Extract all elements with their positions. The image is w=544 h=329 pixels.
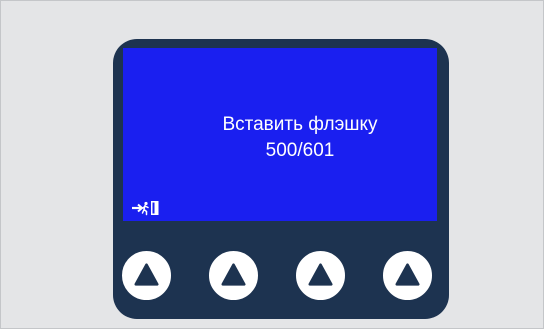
soft-key-4-button[interactable] bbox=[381, 249, 434, 302]
triangle-up-icon bbox=[308, 263, 333, 286]
exit-icon[interactable] bbox=[131, 200, 161, 216]
triangle-up-icon bbox=[395, 263, 420, 286]
device-body: Вставить флэшку 500/601 bbox=[113, 39, 449, 319]
triangle-up-icon bbox=[134, 263, 159, 286]
triangle-up-icon bbox=[221, 263, 246, 286]
soft-key-2-button[interactable] bbox=[207, 249, 260, 302]
message-line-2: 500/601 bbox=[265, 140, 335, 161]
display-screen: Вставить флэшку 500/601 bbox=[123, 48, 437, 221]
message-line-1: Вставить флэшку bbox=[222, 114, 378, 135]
panel-background: Вставить флэшку 500/601 bbox=[0, 0, 544, 329]
soft-key-3-button[interactable] bbox=[294, 249, 347, 302]
soft-key-1-button[interactable] bbox=[120, 249, 173, 302]
